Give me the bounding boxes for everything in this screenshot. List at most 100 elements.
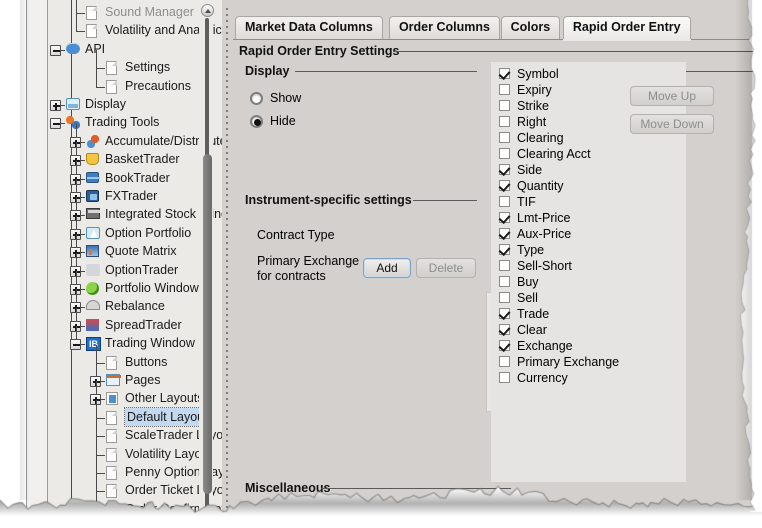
tree-item-display[interactable]: Display [66, 96, 126, 114]
checkbox-aux-price[interactable] [499, 228, 510, 239]
rebalance-icon [86, 300, 100, 310]
portfolio-window-icon [86, 282, 99, 295]
checkbox-exchange[interactable] [499, 340, 510, 351]
checkbox-label: Clearing [517, 130, 564, 146]
checkbox-lmt-price[interactable] [499, 212, 510, 223]
document-icon [106, 80, 117, 94]
tab-bar[interactable]: Market Data Columns Order Columns Colors Ra… [233, 16, 762, 40]
checkbox-sell-short[interactable] [499, 260, 510, 271]
move-down-button[interactable]: Move Down [630, 114, 714, 134]
checkbox-buy[interactable] [499, 276, 510, 287]
tree-item-booktrader[interactable]: BookTrader [86, 170, 170, 188]
collapse-toggle-icon[interactable] [70, 339, 81, 350]
screenshot-root: Sound Manager Volatility and Analytics API… [0, 0, 762, 528]
primary-exchange-label-line2: for contracts [257, 269, 326, 283]
checkbox-side[interactable] [499, 164, 510, 175]
display-group-title: Display [245, 64, 289, 78]
display-icon [66, 98, 80, 110]
tree-branch-line [96, 50, 97, 68]
checkbox-clearing[interactable] [499, 132, 510, 143]
tab-rapid-order-entry[interactable]: Rapid Order Entry [563, 16, 691, 40]
tree-branch-line [96, 473, 97, 491]
tree-connector [96, 363, 105, 364]
tree-item-rebalance[interactable]: Rebalance [86, 298, 165, 316]
tree-item-label: BasketTrader [105, 150, 180, 168]
tree-item-label: OptionTrader [105, 261, 178, 279]
panel-splitter[interactable] [222, 0, 233, 513]
tree-item-label: Trading Tools [85, 113, 159, 131]
panel-divider-line-1 [26, 0, 27, 513]
tree-item-settings[interactable]: Settings [106, 59, 170, 77]
checkbox-expiry[interactable] [499, 84, 510, 95]
expand-toggle-icon[interactable] [50, 100, 61, 111]
checkbox-symbol[interactable] [499, 68, 510, 79]
scrollbar-thumb[interactable] [203, 154, 212, 494]
document-icon [106, 411, 117, 425]
collapse-toggle-icon[interactable] [50, 118, 61, 129]
document-icon [106, 448, 117, 462]
scroll-up-arrow-icon[interactable] [201, 4, 214, 17]
tree-item-spreadtrader[interactable]: SpreadTrader [86, 317, 182, 335]
checkbox-label: Clearing Acct [517, 146, 591, 162]
tree-item-optiontrader[interactable]: OptionTrader [86, 262, 178, 280]
tree-item-trading-tools[interactable]: Trading Tools [66, 114, 159, 132]
tab-order-columns[interactable]: Order Columns [389, 16, 500, 39]
tree-item-default-layout[interactable]: Default Layout [106, 409, 210, 427]
checkbox-strike[interactable] [499, 100, 510, 111]
checkbox-right[interactable] [499, 116, 510, 127]
checkbox-label: Primary Exchange [517, 354, 619, 370]
checkbox-label: Sell [517, 290, 538, 306]
splitter-grip-dots [226, 8, 228, 508]
tree-item-quote-matrix[interactable]: Quote Matrix [86, 243, 177, 261]
option-trader-icon [86, 264, 100, 276]
checkbox-clear[interactable] [499, 324, 510, 335]
checkbox-quantity[interactable] [499, 180, 510, 191]
radio-show-label: Show [270, 91, 301, 105]
tree-item-label: Trading Window [105, 334, 195, 352]
basket-icon [86, 153, 99, 165]
tree-item-sound-manager[interactable]: Sound Manager [86, 4, 194, 22]
radio-hide[interactable] [250, 115, 263, 128]
tree-item-label: Other Layouts [125, 389, 204, 407]
checkbox-sell[interactable] [499, 292, 510, 303]
tab-colors[interactable]: Colors [501, 16, 561, 39]
add-button[interactable]: Add [363, 258, 411, 278]
delete-button[interactable]: Delete [416, 258, 476, 278]
checkbox-trade[interactable] [499, 308, 510, 319]
settings-tree[interactable]: Sound Manager Volatility and Analytics API… [48, 0, 213, 513]
tree-item-trading-window[interactable]: IB Trading Window [86, 335, 195, 353]
tree-item-label: Default Layout [125, 408, 210, 426]
document-icon [106, 484, 117, 498]
checkbox-label: Expiry [517, 82, 552, 98]
tree-connector [96, 87, 105, 88]
checkbox-tif[interactable] [499, 196, 510, 207]
checkbox-label: Clear [517, 322, 547, 338]
checkbox-currency[interactable] [499, 372, 510, 383]
tree-branch-line [96, 418, 97, 436]
tree-item-label: Display [85, 95, 126, 113]
book-icon [86, 172, 99, 183]
tree-connector [96, 436, 105, 437]
tree-scrollbar[interactable] [199, 0, 213, 513]
tree-item-precautions[interactable]: Precautions [106, 78, 191, 96]
checkbox-label: Sell-Short [517, 258, 572, 274]
fx-icon [86, 190, 99, 202]
tree-item-volatility-layout[interactable]: Volatility Layout [106, 446, 212, 464]
tab-market-data-columns[interactable]: Market Data Columns [235, 16, 383, 39]
collapse-toggle-icon[interactable] [50, 45, 61, 56]
tree-item-other-layouts[interactable]: Other Layouts [106, 390, 204, 408]
tree-item-buttons[interactable]: Buttons [106, 354, 167, 372]
tree-item-api[interactable]: API [66, 41, 105, 59]
move-up-button[interactable]: Move Up [630, 86, 714, 106]
tree-item-label: Option Portfolio [105, 224, 191, 242]
tree-branch-line [96, 400, 97, 418]
tree-item-baskettrader[interactable]: BasketTrader [86, 151, 180, 169]
checkbox-primary-exchange[interactable] [499, 356, 510, 367]
tree-item-pages[interactable]: Pages [106, 372, 160, 390]
tree-item-portfolio-window[interactable]: Portfolio Window [86, 280, 199, 298]
checkbox-clearing-acct[interactable] [499, 148, 510, 159]
tree-item-fxtrader[interactable]: FXTrader [86, 188, 157, 206]
tree-item-option-portfolio[interactable]: Option Portfolio [86, 225, 191, 243]
radio-show[interactable] [250, 92, 263, 105]
checkbox-type[interactable] [499, 244, 510, 255]
